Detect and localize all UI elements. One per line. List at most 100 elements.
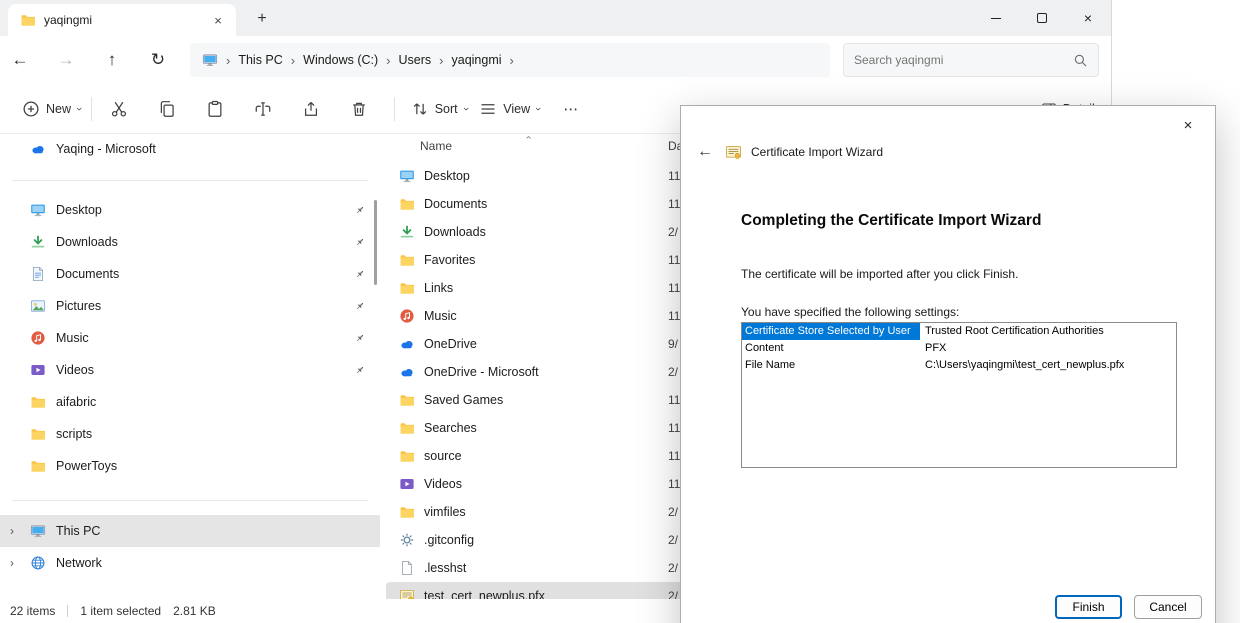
forward-button[interactable]: → (50, 44, 82, 76)
file-name: Desktop (424, 169, 470, 183)
new-tab-button[interactable]: + (250, 7, 274, 31)
sidebar-item-downloads[interactable]: Downloads (0, 226, 380, 258)
sidebar-item-aifabric[interactable]: aifabric (0, 386, 380, 418)
sort-label: Sort (435, 102, 458, 116)
file-date: 2/ (668, 225, 678, 239)
file-name: Saved Games (424, 393, 503, 407)
sidebar-item-scripts[interactable]: scripts (0, 418, 380, 450)
sidebar-item-label: Downloads (56, 235, 118, 249)
breadcrumb-chevron-icon[interactable]: › (510, 53, 514, 68)
breadcrumb-chevron-icon[interactable]: › (226, 53, 230, 68)
folder-icon (399, 392, 415, 408)
sidebar-divider (12, 180, 368, 181)
maximize-icon (1037, 13, 1047, 23)
sort-button[interactable]: Sort › (405, 92, 474, 126)
expand-chevron-icon[interactable]: › (10, 556, 14, 570)
share-button[interactable] (294, 92, 328, 126)
explorer-tab[interactable]: yaqingmi × (8, 4, 236, 36)
tab-close-icon[interactable]: × (208, 10, 228, 30)
toolbar-separator (91, 97, 92, 121)
view-button[interactable]: View › (473, 92, 546, 126)
file-name: Links (424, 281, 453, 295)
new-button[interactable]: New › (16, 92, 87, 126)
copy-button[interactable] (150, 92, 184, 126)
desktop-icon (399, 168, 415, 184)
sidebar-item-documents[interactable]: Documents (0, 258, 380, 290)
breadcrumb-item[interactable]: This PC (238, 53, 282, 67)
tab-bar: yaqingmi × + × (0, 0, 1111, 36)
sidebar-item-videos[interactable]: Videos (0, 354, 380, 386)
setting-row[interactable]: File Name C:\Users\yaqingmi\test_cert_ne… (742, 357, 1176, 374)
tab-title: yaqingmi (44, 13, 200, 27)
sidebar-scrollbar[interactable] (374, 200, 377, 285)
sidebar-item-this-pc[interactable]: › This PC (0, 515, 380, 547)
file-date: 9/ (668, 337, 678, 351)
file-name: source (424, 449, 462, 463)
cancel-button[interactable]: Cancel (1134, 595, 1202, 619)
breadcrumb-item[interactable]: Windows (C:) (303, 53, 378, 67)
cloud-icon (399, 336, 415, 352)
breadcrumb-chevron-icon[interactable]: › (386, 53, 390, 68)
cut-button[interactable] (102, 92, 136, 126)
plus-circle-icon (22, 100, 40, 118)
file-name: Music (424, 309, 457, 323)
search-box[interactable] (843, 43, 1099, 77)
file-date: 11 (668, 169, 680, 183)
document-icon (30, 266, 46, 282)
refresh-button[interactable]: ↻ (142, 44, 174, 76)
new-label: New (46, 102, 71, 116)
expand-chevron-icon[interactable]: › (10, 524, 14, 538)
more-options-button[interactable]: ⋯ (554, 92, 588, 126)
minimize-button[interactable] (973, 0, 1019, 36)
sort-ascending-icon[interactable]: › (523, 136, 534, 139)
sidebar-item-pictures[interactable]: Pictures (0, 290, 380, 322)
sidebar-item-label: Desktop (56, 203, 102, 217)
sidebar-item-label: Pictures (56, 299, 101, 313)
video-icon (399, 476, 415, 492)
sidebar-item-music[interactable]: Music (0, 322, 380, 354)
back-button[interactable]: ← (4, 44, 36, 76)
quick-access-list: Desktop Downloads Documents Pictures Mus… (0, 194, 380, 482)
folder-icon (30, 426, 46, 442)
sidebar-item-network[interactable]: › Network (0, 547, 380, 579)
sidebar-item-desktop[interactable]: Desktop (0, 194, 380, 226)
setting-key: Content (742, 340, 920, 357)
setting-row[interactable]: Content PFX (742, 340, 1176, 357)
breadcrumb-chevron-icon[interactable]: › (291, 53, 295, 68)
certificate-import-wizard-dialog: × ← Certificate Import Wizard Completing… (680, 105, 1216, 623)
file-name: Searches (424, 421, 477, 435)
folder-icon (399, 504, 415, 520)
rename-button[interactable] (246, 92, 280, 126)
maximize-button[interactable] (1019, 0, 1065, 36)
sidebar-item-onedrive-root[interactable]: Yaqing - Microsoft (0, 134, 380, 164)
dialog-close-button[interactable]: × (1173, 114, 1203, 136)
file-date: 2/ (668, 561, 678, 575)
sidebar-item-label: Music (56, 331, 89, 345)
breadcrumb-chevron-icon[interactable]: › (439, 53, 443, 68)
file-date: 2/ (668, 365, 678, 379)
setting-key: File Name (742, 357, 920, 374)
file-date: 11 (668, 449, 680, 463)
folder-icon (399, 280, 415, 296)
sidebar-item-label: Network (56, 556, 102, 570)
sidebar-item-powertoys[interactable]: PowerToys (0, 450, 380, 482)
finish-button[interactable]: Finish (1055, 595, 1122, 619)
close-window-button[interactable]: × (1065, 0, 1111, 36)
status-divider (67, 605, 68, 617)
column-header-name[interactable]: Name (420, 139, 452, 153)
paste-button[interactable] (198, 92, 232, 126)
search-input[interactable] (854, 53, 1073, 67)
folder-icon (399, 420, 415, 436)
monitor-icon (30, 523, 46, 539)
delete-button[interactable] (342, 92, 376, 126)
sidebar-item-label: scripts (56, 427, 92, 441)
file-name: Favorites (424, 253, 475, 267)
dialog-header: ← Certificate Import Wizard (681, 136, 1215, 168)
breadcrumb-item[interactable]: Users (399, 53, 432, 67)
file-name: Documents (424, 197, 487, 211)
breadcrumb-item[interactable]: yaqingmi (452, 53, 502, 67)
dialog-back-button[interactable]: ← (694, 143, 716, 161)
setting-row[interactable]: Certificate Store Selected by User Trust… (742, 323, 1176, 340)
item-count: 22 items (10, 604, 55, 618)
up-button[interactable]: ↑ (96, 44, 128, 76)
